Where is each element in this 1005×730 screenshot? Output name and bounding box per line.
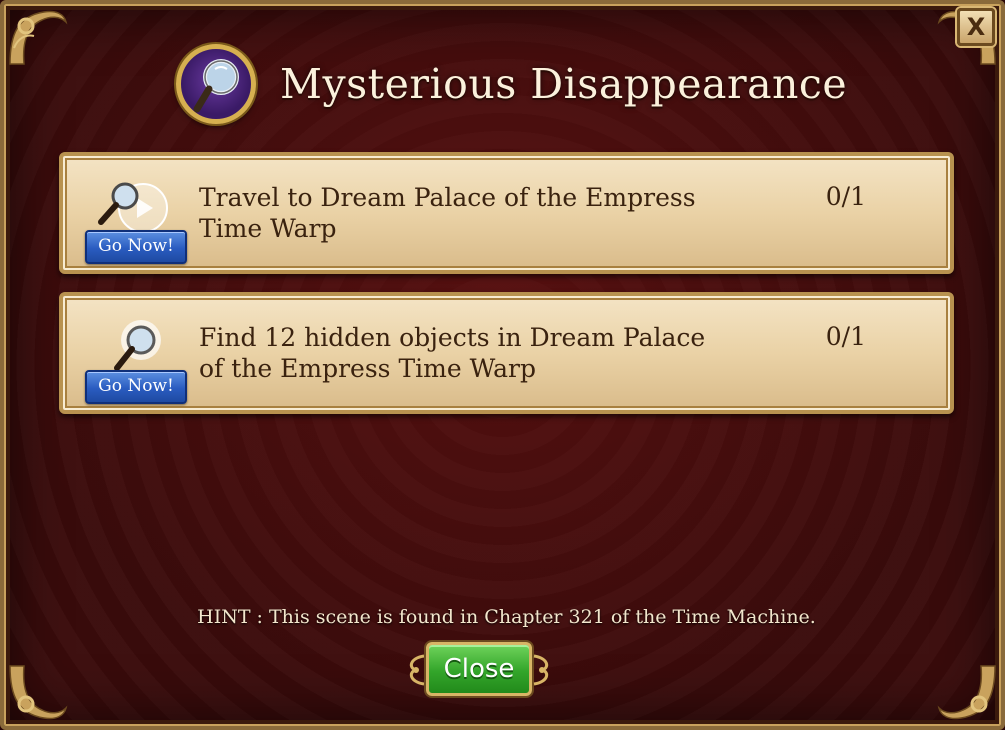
task-description: Find 12 hidden objects in Dream Palace o… (199, 323, 706, 383)
quest-dialog: X Mysterious Disappearance Go Now! Trave… (0, 0, 1005, 730)
flourish-ornament (409, 654, 425, 686)
task-row: Go Now! Travel to Dream Palace of the Em… (59, 152, 954, 274)
title-header: Mysterious Disappearance (176, 42, 847, 126)
flourish-ornament (533, 654, 549, 686)
close-button[interactable]: Close (426, 642, 532, 696)
corner-ornament (4, 656, 74, 726)
magnifier-badge-icon (176, 44, 256, 124)
task-row: Go Now! Find 12 hidden objects in Dream … (59, 292, 954, 414)
go-now-button[interactable]: Go Now! (85, 370, 187, 404)
task-progress: 0/1 (825, 322, 866, 351)
dialog-title: Mysterious Disappearance (280, 60, 848, 108)
corner-ornament (4, 4, 74, 74)
task-progress: 0/1 (825, 182, 866, 211)
corner-ornament (931, 656, 1001, 726)
close-button-group: Close (404, 640, 554, 700)
go-now-button[interactable]: Go Now! (85, 230, 187, 264)
hint-text: HINT : This scene is found in Chapter 32… (197, 606, 816, 628)
close-x-button[interactable]: X (957, 8, 995, 46)
task-description: Travel to Dream Palace of the Empress Ti… (199, 183, 696, 243)
